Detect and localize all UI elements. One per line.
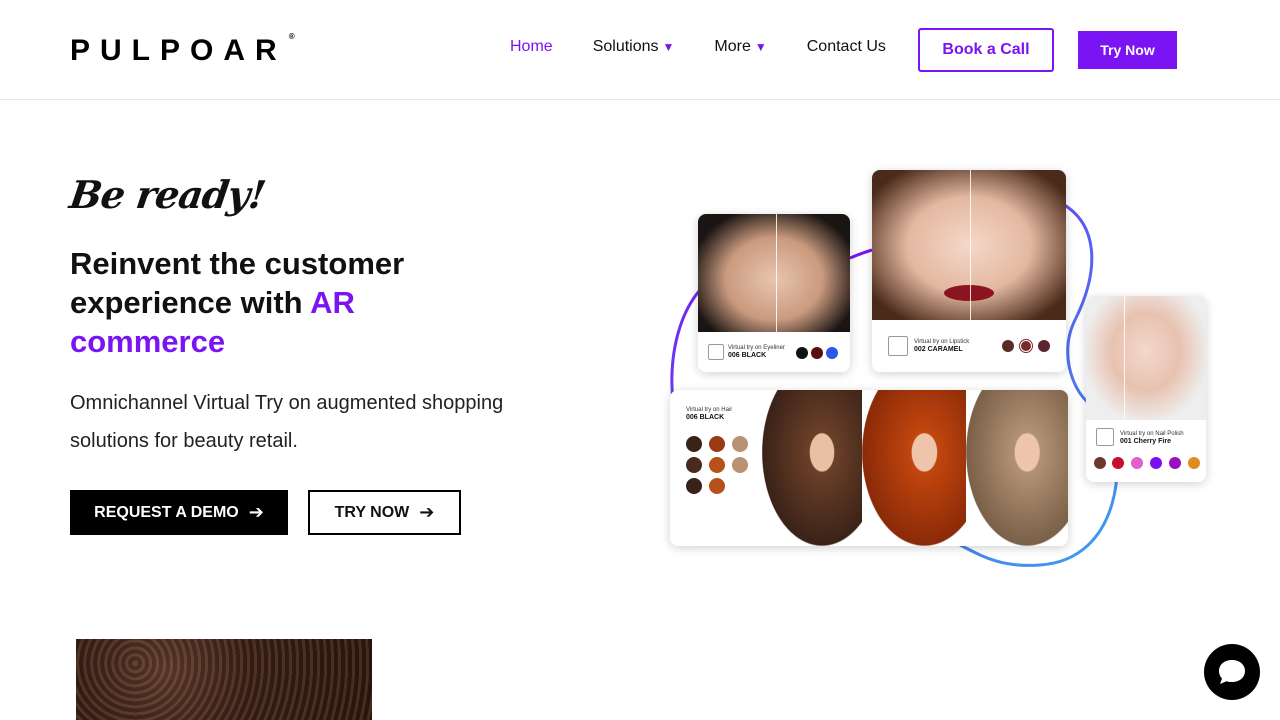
- swatch[interactable]: [686, 457, 702, 473]
- swatch[interactable]: [1112, 457, 1124, 469]
- eyeliner-caption: Virtual try on Eyeliner 006 BLACK: [728, 345, 785, 359]
- hair-photo-red: [862, 390, 966, 546]
- logo[interactable]: PULPOAR ®: [70, 32, 295, 68]
- swatch[interactable]: [1150, 457, 1162, 469]
- swatch[interactable]: [709, 457, 725, 473]
- swatch[interactable]: [686, 436, 702, 452]
- swatch[interactable]: [732, 436, 748, 452]
- hero-headline: Reinvent the customer experience with AR…: [70, 244, 490, 361]
- nav-item-more[interactable]: More ▼: [714, 38, 766, 56]
- nav-item-solutions[interactable]: Solutions ▼: [593, 38, 675, 56]
- swatch[interactable]: [796, 347, 808, 359]
- eyeliner-product-icon: [708, 344, 724, 360]
- swatch[interactable]: [826, 347, 838, 359]
- hero-subtext: Omnichannel Virtual Try on augmented sho…: [70, 392, 504, 452]
- arrow-right-icon: ➔: [419, 502, 435, 522]
- chat-button[interactable]: [1204, 644, 1260, 700]
- lipstick-caption: Virtual try on Lipstick 002 CARAMEL: [914, 339, 970, 353]
- arrow-right-icon: ➔: [248, 502, 264, 522]
- nav-item-label: Contact Us: [806, 38, 886, 55]
- main-nav: Home Solutions ▼ More ▼ Contact Us: [510, 38, 926, 56]
- try-now-button[interactable]: Try Now: [1078, 31, 1177, 69]
- nail-polish-card[interactable]: Virtual try on Nail Polish 001 Cherry Fir…: [1086, 296, 1206, 482]
- chat-bubble-icon: [1219, 660, 1245, 684]
- swatch[interactable]: [1094, 457, 1106, 469]
- compare-divider: [1124, 296, 1125, 420]
- caret-down-icon: ▼: [662, 40, 675, 54]
- swatch[interactable]: [686, 478, 702, 494]
- request-demo-button[interactable]: REQUEST A DEMO ➔: [70, 490, 288, 535]
- swatch[interactable]: [1038, 340, 1050, 352]
- hero-try-now-label: TRY NOW: [334, 503, 410, 521]
- nav-item-contact[interactable]: Contact Us: [807, 38, 886, 56]
- lipstick-card[interactable]: Virtual try on Lipstick 002 CARAMEL: [872, 170, 1066, 372]
- nav-item-label: Home: [510, 38, 553, 55]
- hair-caption: Virtual try on Hair 006 BLACK: [686, 407, 733, 421]
- swatch[interactable]: [1002, 340, 1014, 352]
- nav-item-home[interactable]: Home: [510, 38, 553, 56]
- swatch[interactable]: [709, 478, 725, 494]
- nav-item-label: Solutions: [592, 38, 659, 55]
- face-photo: [698, 214, 850, 332]
- swatch[interactable]: [732, 457, 748, 473]
- nail-caption: Virtual try on Nail Polish 001 Cherry Fir…: [1120, 431, 1184, 445]
- hair-texture-image: [76, 639, 372, 720]
- hero-try-now-button[interactable]: TRY NOW ➔: [308, 490, 461, 535]
- swatch[interactable]: [709, 436, 725, 452]
- book-call-button[interactable]: Book a Call: [918, 28, 1054, 72]
- compare-divider: [776, 214, 777, 332]
- hair-photo-blonde: [966, 390, 1068, 546]
- registered-mark: ®: [288, 32, 295, 41]
- request-demo-label: REQUEST A DEMO: [94, 503, 239, 521]
- lipstick-product-icon: [888, 336, 908, 356]
- logo-text: PULPOAR: [70, 34, 287, 67]
- compare-divider: [970, 170, 971, 320]
- lips-shape: [944, 285, 994, 301]
- hero-tagline: Be ready!: [66, 172, 268, 217]
- nail-polish-product-icon: [1096, 428, 1114, 446]
- nav-item-label: More: [714, 38, 751, 55]
- swatch[interactable]: [1131, 457, 1143, 469]
- swatch[interactable]: [1020, 340, 1032, 352]
- eyeliner-card[interactable]: Virtual try on Eyeliner 006 BLACK: [698, 214, 850, 372]
- hair-card[interactable]: Virtual try on Hair 006 BLACK: [670, 390, 1068, 546]
- swatch[interactable]: [1169, 457, 1181, 469]
- caret-down-icon: ▼: [754, 40, 767, 54]
- swatch[interactable]: [811, 347, 823, 359]
- hero-collage: Virtual try on Eyeliner 006 BLACK Virtual…: [660, 160, 1220, 580]
- hand-photo: [1086, 296, 1206, 420]
- hair-photo-brown: [762, 390, 862, 546]
- swatch[interactable]: [1188, 457, 1200, 469]
- site-header: PULPOAR ® Home Solutions ▼ More ▼ Contac…: [0, 0, 1280, 100]
